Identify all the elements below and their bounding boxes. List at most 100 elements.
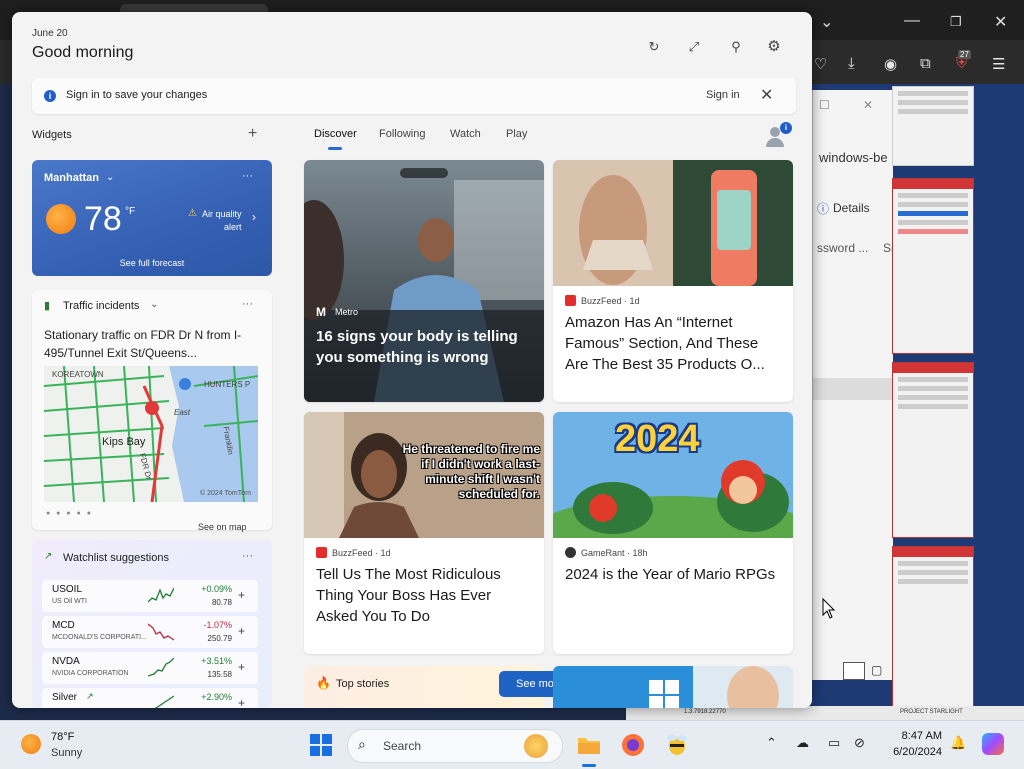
fire-icon: 🔥 xyxy=(316,676,331,690)
onedrive-icon[interactable]: ☁ xyxy=(796,735,809,751)
taskbar-temp[interactable]: 78°F xyxy=(51,731,74,743)
tab-active-indicator xyxy=(328,147,342,150)
hero-source: Metro xyxy=(335,307,359,317)
add-stock-icon[interactable]: + xyxy=(238,588,245,602)
dialog-restore-icon[interactable]: ☐ xyxy=(819,98,830,112)
file-explorer-icon[interactable] xyxy=(576,732,602,758)
clock-time[interactable]: 8:47 AM xyxy=(868,730,942,742)
traffic-description[interactable]: Stationary traffic on FDR Dr N from I-49… xyxy=(44,326,264,362)
watchlist-widget[interactable]: ↗ Watchlist suggestions ··· USOIL US Oil… xyxy=(32,540,272,708)
weather-widget[interactable]: Manhattan ⌄ ··· 78 °F ⚠ Air quality alert… xyxy=(32,160,272,276)
sparkline-icon xyxy=(148,623,174,641)
background-window-2 xyxy=(892,178,974,354)
network-icon[interactable]: ⊘ xyxy=(854,735,865,751)
download-icon[interactable]: ⤓ xyxy=(848,55,855,72)
search-highlight-icon xyxy=(524,734,548,758)
close-window-icon[interactable]: ✕ xyxy=(994,12,1007,32)
greeting: Good morning xyxy=(32,44,134,61)
traffic-widget[interactable]: ▮ Traffic incidents ⌄ ··· Stationary tra… xyxy=(32,290,272,532)
profile-icon[interactable]: i xyxy=(764,122,792,147)
stock-row[interactable]: USOIL US Oil WTI +0.09% 80.78 + xyxy=(42,580,258,612)
tile-view-icon[interactable]: ▢ xyxy=(871,663,882,677)
close-icon[interactable]: ✕ xyxy=(760,85,773,105)
chevron-right-icon[interactable]: › xyxy=(252,210,256,224)
minimize-icon[interactable]: — xyxy=(904,12,920,30)
notification-bell-icon[interactable]: 🔔 xyxy=(950,735,966,751)
extensions-icon[interactable]: ⧉ xyxy=(920,55,931,72)
start-icon[interactable] xyxy=(310,734,332,756)
statusbar-text2: PROJECT STARLIGHT xyxy=(900,709,963,715)
more-options-icon[interactable]: ··· xyxy=(242,298,253,310)
taskbar-condition[interactable]: Sunny xyxy=(51,747,82,759)
pocket-icon[interactable]: ♡ xyxy=(814,55,827,73)
traffic-title[interactable]: Traffic incidents xyxy=(63,300,139,312)
hero-headline[interactable]: 16 signs your body is telling you someth… xyxy=(316,326,532,368)
traffic-light-icon: ▮ xyxy=(44,300,51,312)
map-label: Kips Bay xyxy=(102,436,146,448)
refresh-icon[interactable]: ↻ xyxy=(644,37,664,57)
pin-icon[interactable]: ⚲ xyxy=(726,37,746,57)
article-image xyxy=(553,160,793,286)
news-card[interactable]: 2024 GameRant · 18h 2024 is the Year of … xyxy=(553,412,793,654)
add-stock-icon[interactable]: + xyxy=(238,624,245,638)
background-dialog: ☐ ✕ windows-be ⓘ Details ssword ... Si ▢ xyxy=(812,90,894,680)
gear-icon[interactable]: ⚙ xyxy=(764,37,784,57)
alert-line2: alert xyxy=(224,222,242,232)
signin-link[interactable]: Sign in xyxy=(706,89,740,101)
stock-row[interactable]: Silver ↗ +2.90% + xyxy=(42,688,258,708)
tab-following[interactable]: Following xyxy=(379,128,425,140)
active-app-indicator xyxy=(582,764,596,767)
ad-card[interactable] xyxy=(553,666,793,708)
see-on-map-link[interactable]: See on map xyxy=(198,522,247,532)
stock-change: +2.90% xyxy=(201,692,232,702)
clock-date[interactable]: 6/20/2024 xyxy=(868,746,942,758)
copilot-icon[interactable] xyxy=(982,733,1004,755)
sparkline-icon xyxy=(154,695,174,708)
stock-symbol: NVDA xyxy=(52,656,80,667)
dialog-details[interactable]: Details xyxy=(833,201,870,215)
chevron-down-icon[interactable]: ⌄ xyxy=(150,299,158,310)
more-options-icon[interactable]: ··· xyxy=(242,170,253,182)
account-icon[interactable]: ◉ xyxy=(884,55,897,73)
news-card[interactable]: BuzzFeed · 1d Amazon Has An “Internet Fa… xyxy=(553,160,793,402)
dialog-close-icon[interactable]: ✕ xyxy=(863,98,873,112)
news-card-hero[interactable]: M Metro 16 signs your body is telling yo… xyxy=(304,160,544,402)
tab-watch[interactable]: Watch xyxy=(450,128,481,140)
stock-row[interactable]: NVDA NVIDIA CORPORATION +3.51% 135.58 + xyxy=(42,652,258,684)
stock-change: +0.09% xyxy=(201,584,232,594)
pagination-dots[interactable]: ● ● ● ● ● xyxy=(46,510,93,517)
sun-icon[interactable] xyxy=(21,734,41,754)
see-full-forecast[interactable]: See full forecast xyxy=(32,258,272,268)
display-icon[interactable]: ▭ xyxy=(828,735,840,751)
stock-name: MCDONALD'S CORPORATI... xyxy=(52,634,147,641)
article-headline[interactable]: Tell Us The Most Ridiculous Thing Your B… xyxy=(316,564,532,627)
air-quality-alert[interactable]: Air quality alert xyxy=(202,208,242,234)
article-headline[interactable]: 2024 is the Year of Mario RPGs xyxy=(565,564,781,585)
chevron-up-icon[interactable]: ⌃ xyxy=(766,735,777,751)
more-options-icon[interactable]: ··· xyxy=(242,550,253,562)
news-card[interactable]: He threatened to fire me if I didn't wor… xyxy=(304,412,544,654)
traffic-map[interactable]: KOREATOWN HUNTERS P Kips Bay East © 2024… xyxy=(44,366,258,502)
chevron-down-icon[interactable]: ⌄ xyxy=(106,172,114,183)
weather-location[interactable]: Manhattan xyxy=(44,172,99,184)
maximize-icon[interactable]: ❐ xyxy=(950,14,962,30)
add-stock-icon[interactable]: + xyxy=(238,660,245,674)
trend-icon: ↗ xyxy=(86,691,94,701)
chevron-down-icon[interactable]: ⌄ xyxy=(820,12,833,32)
add-widget-icon[interactable]: + xyxy=(248,125,257,143)
expand-icon[interactable]: ⤢ xyxy=(684,37,704,57)
tab-play[interactable]: Play xyxy=(506,128,527,140)
app-bee-icon[interactable] xyxy=(664,732,690,758)
background-window-4 xyxy=(892,546,974,708)
taskbar: 78°F Sunny ⌕ Search ⌃ ☁ ▭ ⊘ 8:47 AM 6/20… xyxy=(0,720,1024,769)
stock-price: 250.79 xyxy=(207,634,232,643)
stock-row[interactable]: MCD MCDONALD'S CORPORATI... -1.07% 250.7… xyxy=(42,616,258,648)
article-headline[interactable]: Amazon Has An “Internet Famous” Section,… xyxy=(565,312,781,375)
firefox-icon[interactable] xyxy=(620,732,646,758)
add-stock-icon[interactable]: + xyxy=(238,696,245,708)
menu-icon[interactable]: ☰ xyxy=(992,55,1005,73)
list-view-icon[interactable] xyxy=(843,662,865,680)
tab-discover[interactable]: Discover xyxy=(314,128,357,140)
taskbar-search[interactable]: ⌕ Search xyxy=(347,729,563,763)
search-icon: ⌕ xyxy=(358,736,366,752)
